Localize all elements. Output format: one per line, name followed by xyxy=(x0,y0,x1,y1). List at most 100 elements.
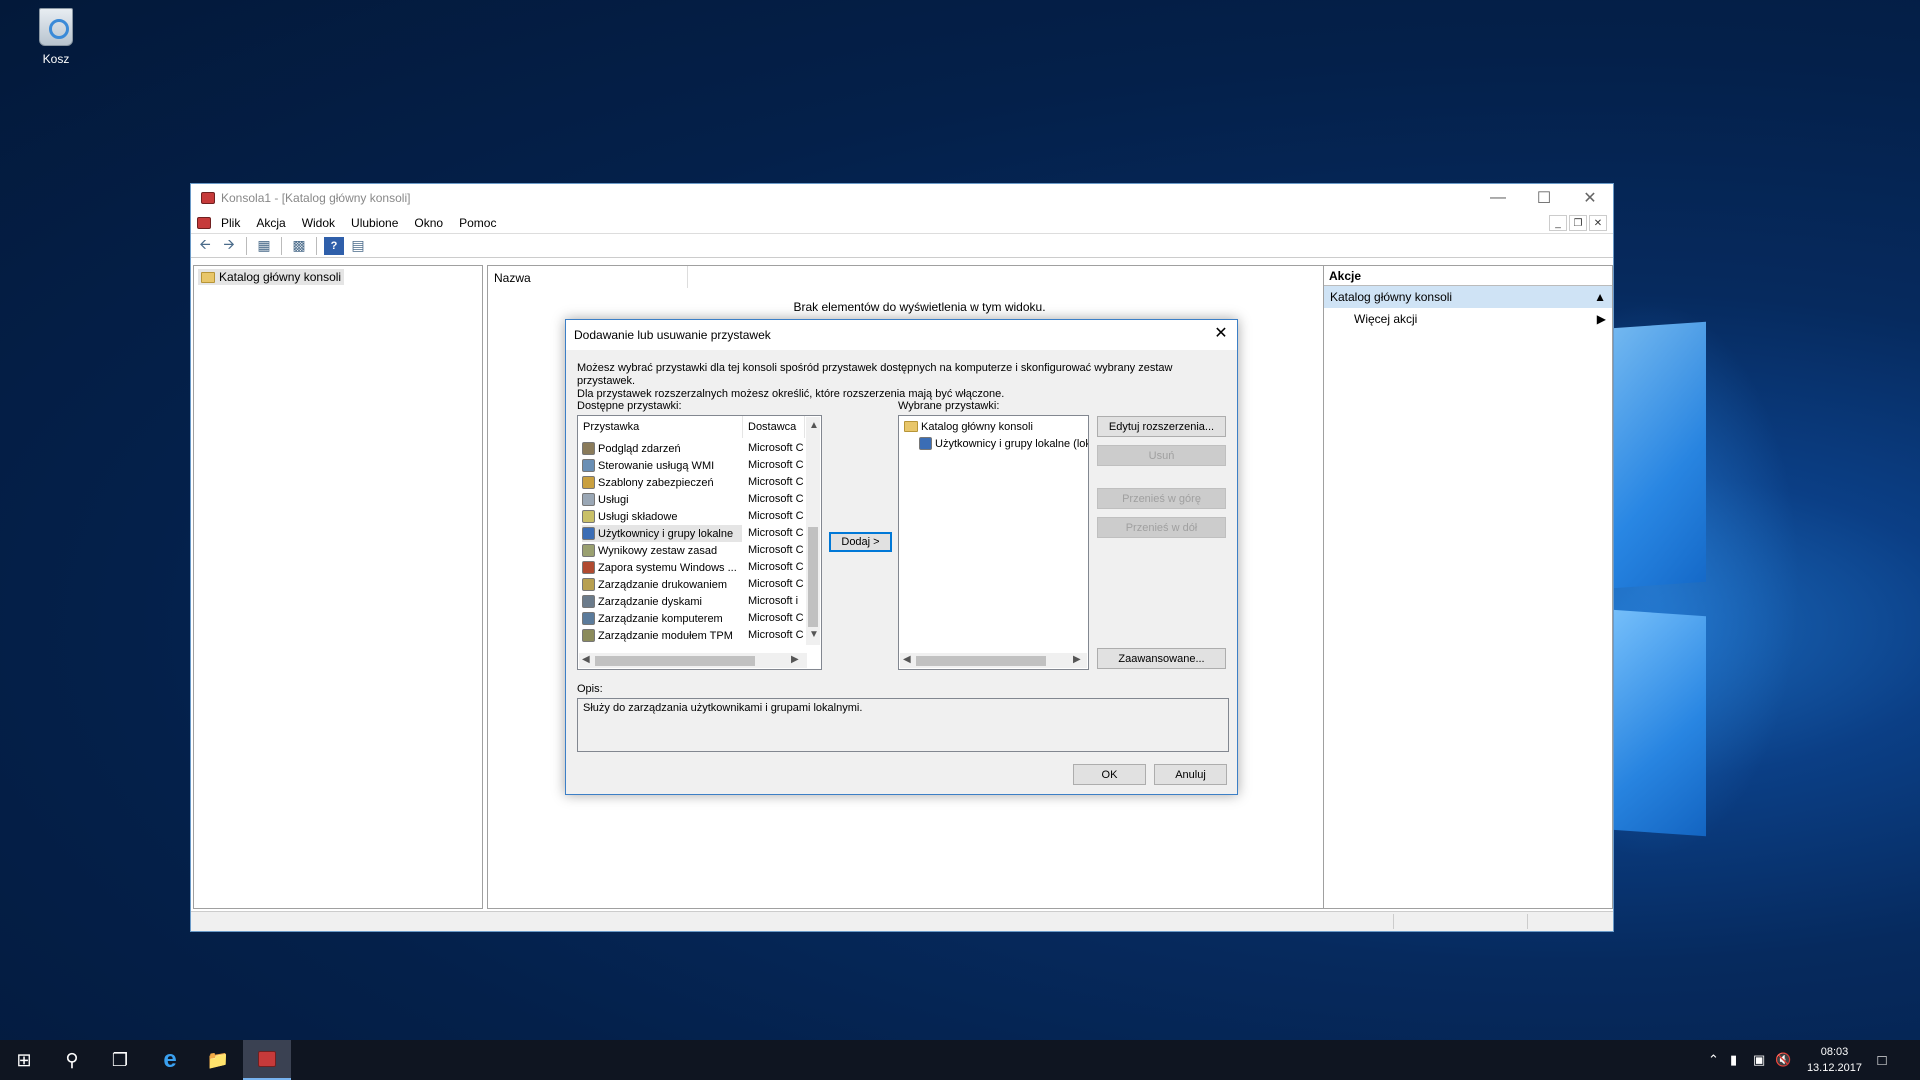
scroll-down-arrow-icon[interactable]: ▼ xyxy=(809,629,819,640)
close-button[interactable]: ✕ xyxy=(1567,184,1613,212)
network-icon[interactable]: ▣ xyxy=(1753,1052,1765,1068)
remove-button[interactable]: Usuń xyxy=(1097,445,1226,466)
move-up-button[interactable]: Przenieś w górę xyxy=(1097,488,1226,509)
back-arrow-icon[interactable]: 🡨 xyxy=(195,236,215,255)
window-title: Konsola1 - [Katalog główny konsoli] xyxy=(221,191,411,205)
menu-okno[interactable]: Okno xyxy=(406,216,451,230)
actions-more[interactable]: Więcej akcji ▶ xyxy=(1324,308,1612,330)
available-snapins-list[interactable]: Przystawka Dostawca Podgląd zdarzeń Micro… xyxy=(577,415,822,670)
scroll-thumb[interactable] xyxy=(595,656,755,666)
mmc-app-icon xyxy=(258,1051,276,1067)
snapin-row[interactable]: Szablony zabezpieczeń xyxy=(582,474,742,491)
snapin-row[interactable]: Usługi xyxy=(582,491,742,508)
tree-item-root[interactable]: Katalog główny konsoli xyxy=(198,269,345,285)
dialog-titlebar[interactable]: Dodawanie lub usuwanie przystawek ✕ xyxy=(566,320,1237,350)
opis-label: Opis: xyxy=(577,683,603,695)
snapin-vendor: Microsoft C xyxy=(748,493,804,505)
console-tree: Katalog główny konsoli xyxy=(193,265,483,909)
menu-akcja[interactable]: Akcja xyxy=(248,216,293,230)
collapse-triangle-icon[interactable]: ▲ xyxy=(1594,290,1606,304)
description-box: Służy do zarządzania użytkownikami i gru… xyxy=(577,698,1229,752)
minimize-button[interactable]: — xyxy=(1475,184,1521,212)
horizontal-scrollbar[interactable]: ◀ ▶ xyxy=(579,653,807,668)
start-windows-icon[interactable]: ⊞ xyxy=(0,1040,48,1080)
scroll-left-arrow-icon[interactable]: ◀ xyxy=(903,654,911,665)
menu-widok[interactable]: Widok xyxy=(294,216,343,230)
edit-extensions-button[interactable]: Edytuj rozszerzenia... xyxy=(1097,416,1226,437)
help-icon[interactable]: ? xyxy=(324,236,344,255)
toolbar-separator xyxy=(281,236,282,255)
clock[interactable]: 08:03 13.12.2017 xyxy=(1807,1044,1862,1076)
menu-plik[interactable]: Plik xyxy=(213,216,248,230)
snapin-row[interactable]: Zarządzanie dyskami xyxy=(582,593,742,610)
ok-button[interactable]: OK xyxy=(1073,764,1146,785)
folder-icon xyxy=(904,421,918,432)
snapin-row[interactable]: Wynikowy zestaw zasad xyxy=(582,542,742,559)
show-hidden-icons-chevron-icon[interactable]: ⌃ xyxy=(1708,1052,1719,1068)
menu-app-icon[interactable] xyxy=(197,216,211,229)
selected-child-item[interactable]: Użytkownicy i grupy lokalne (lok xyxy=(919,435,1088,452)
clock-time: 08:03 xyxy=(1820,1046,1849,1058)
snapin-name: Zarządzanie drukowaniem xyxy=(598,578,728,591)
show-hide-tree-icon[interactable]: ▦ xyxy=(254,237,274,255)
battery-icon[interactable]: ▮ xyxy=(1730,1052,1737,1068)
search-icon[interactable]: ⚲ xyxy=(48,1040,96,1080)
show-hide-action-pane-icon[interactable]: ▤ xyxy=(348,237,368,255)
scroll-up-arrow-icon[interactable]: ▲ xyxy=(809,420,819,431)
child-minimize-button[interactable]: _ xyxy=(1549,215,1567,231)
child-close-button[interactable]: ✕ xyxy=(1589,215,1607,231)
scroll-right-arrow-icon[interactable]: ▶ xyxy=(791,654,799,665)
toolbar: 🡨 🡪 ▦ ▩ ? ▤ xyxy=(191,234,1613,258)
snapin-name: Podgląd zdarzeń xyxy=(598,442,681,455)
vertical-scrollbar[interactable]: ▲ ▼ xyxy=(806,417,820,645)
selected-root-item[interactable]: Katalog główny konsoli xyxy=(904,418,1033,435)
snapin-row[interactable]: Zapora systemu Windows ... xyxy=(582,559,742,576)
edge-browser-icon[interactable]: e xyxy=(146,1040,194,1080)
scroll-left-arrow-icon[interactable]: ◀ xyxy=(582,654,590,665)
snapin-name: Użytkownicy i grupy lokalne xyxy=(598,527,734,540)
child-restore-button[interactable]: ❐ xyxy=(1569,215,1587,231)
add-button[interactable]: Dodaj > xyxy=(829,532,892,552)
column-header-vendor[interactable]: Dostawca xyxy=(743,416,805,438)
snapin-row[interactable]: Podgląd zdarzeń xyxy=(582,440,742,457)
description-line-1: Możesz wybrać przystawki dla tej konsoli… xyxy=(577,362,1173,387)
column-header-name[interactable]: Nazwa xyxy=(488,266,688,288)
selected-snapins-tree[interactable]: Katalog główny konsoli Użytkownicy i gru… xyxy=(898,415,1089,670)
dialog-close-icon[interactable]: ✕ xyxy=(1211,324,1231,344)
scroll-thumb[interactable] xyxy=(808,527,818,627)
selected-root-label: Katalog główny konsoli xyxy=(921,420,1033,433)
cancel-button[interactable]: Anuluj xyxy=(1154,764,1227,785)
actions-header: Akcje xyxy=(1324,266,1612,286)
maximize-button[interactable]: ☐ xyxy=(1521,184,1567,212)
menu-pomoc[interactable]: Pomoc xyxy=(451,216,504,230)
scroll-right-arrow-icon[interactable]: ▶ xyxy=(1073,654,1081,665)
volume-muted-icon[interactable]: 🔇 xyxy=(1775,1052,1791,1068)
snapin-row[interactable]: Usługi składowe xyxy=(582,508,742,525)
task-view-icon[interactable]: ❐ xyxy=(96,1040,144,1080)
add-remove-snapins-dialog: Dodawanie lub usuwanie przystawek ✕ Może… xyxy=(565,319,1238,795)
action-center-icon[interactable]: □ xyxy=(1858,1040,1906,1080)
forward-arrow-icon[interactable]: 🡪 xyxy=(219,236,239,255)
export-list-icon[interactable]: ▩ xyxy=(289,237,309,255)
menu-ulubione[interactable]: Ulubione xyxy=(343,216,406,230)
actions-pane: Akcje Katalog główny konsoli ▲ Więcej ak… xyxy=(1323,265,1613,909)
snapin-row[interactable]: Sterowanie usługą WMI xyxy=(582,457,742,474)
horizontal-scrollbar[interactable]: ◀ ▶ xyxy=(900,653,1087,668)
column-header-snapin[interactable]: Przystawka xyxy=(578,416,743,438)
advanced-button[interactable]: Zaawansowane... xyxy=(1097,648,1226,669)
menu-bar: Plik Akcja Widok Ulubione Okno Pomoc xyxy=(191,212,1613,234)
recycle-bin-shortcut[interactable]: Kosz xyxy=(30,8,82,66)
snapin-row[interactable]: Zarządzanie drukowaniem xyxy=(582,576,742,593)
actions-section-label: Katalog główny konsoli xyxy=(1330,290,1453,304)
snapin-row[interactable]: Zarządzanie modułem TPM xyxy=(582,627,742,644)
mmc-taskbar-button[interactable] xyxy=(243,1040,291,1080)
snapin-vendor: Microsoft C xyxy=(748,578,804,590)
snapin-row[interactable]: Zarządzanie komputerem xyxy=(582,610,742,627)
file-explorer-icon[interactable]: 📁 xyxy=(194,1040,242,1080)
snapin-row[interactable]: Użytkownicy i grupy lokalne xyxy=(582,525,742,542)
disk-icon xyxy=(582,595,595,608)
scroll-thumb[interactable] xyxy=(916,656,1046,666)
move-down-button[interactable]: Przenieś w dół xyxy=(1097,517,1226,538)
actions-section-root[interactable]: Katalog główny konsoli ▲ xyxy=(1324,286,1612,308)
window-titlebar[interactable]: Konsola1 - [Katalog główny konsoli] xyxy=(191,184,1613,212)
